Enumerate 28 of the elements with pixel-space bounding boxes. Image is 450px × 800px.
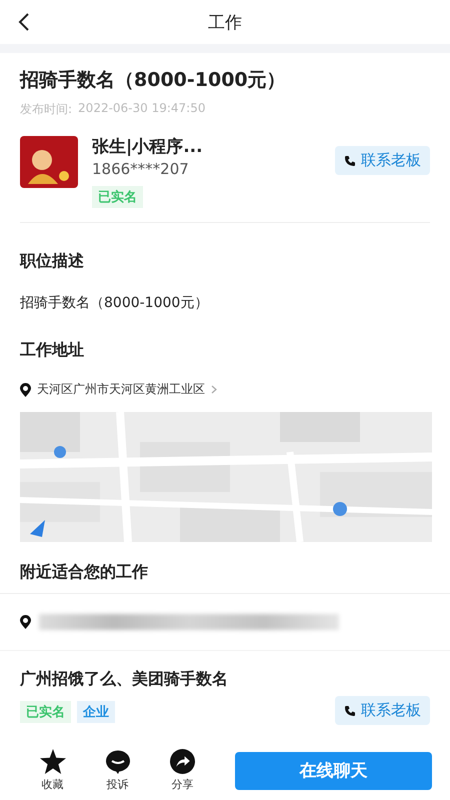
share-icon	[170, 749, 195, 774]
speech-bubble-icon	[106, 750, 130, 774]
star-icon	[40, 749, 66, 774]
verified-badge: 已实名	[92, 186, 143, 208]
chevron-right-icon	[211, 385, 217, 394]
share-button[interactable]: 分享	[150, 749, 215, 792]
job-title: 招骑手数名（8000-1000元）	[20, 68, 287, 93]
location-pin-icon	[20, 615, 31, 629]
description-text: 招骑手数名（8000-1000元）	[20, 294, 210, 312]
posted-label: 发布时间:	[20, 101, 72, 118]
section-heading: 附近适合您的工作	[20, 562, 149, 583]
publisher-name: 张生|小程序...	[92, 136, 203, 158]
avatar-icon	[20, 136, 78, 188]
section-heading: 职位描述	[20, 251, 85, 272]
posted-time: 2022-06-30 19:47:50	[78, 101, 206, 117]
phone-icon	[344, 154, 356, 166]
back-icon[interactable]	[18, 12, 30, 32]
phone-icon	[344, 704, 356, 716]
location-pin-icon	[20, 382, 31, 396]
section-heading: 工作地址	[20, 340, 85, 361]
address-text[interactable]: 天河区广州市天河区黄洲工业区	[37, 381, 205, 398]
company-badge: 企业	[77, 700, 115, 722]
page-title: 工作	[208, 12, 242, 34]
publisher-phone: 1866****207	[92, 160, 189, 178]
job-title: 广州招饿了么、美团骑手数名	[20, 669, 229, 690]
star-button[interactable]: 收藏	[20, 749, 85, 792]
complain-button[interactable]: 投诉	[85, 750, 150, 792]
verified-badge: 已实名	[20, 700, 71, 722]
